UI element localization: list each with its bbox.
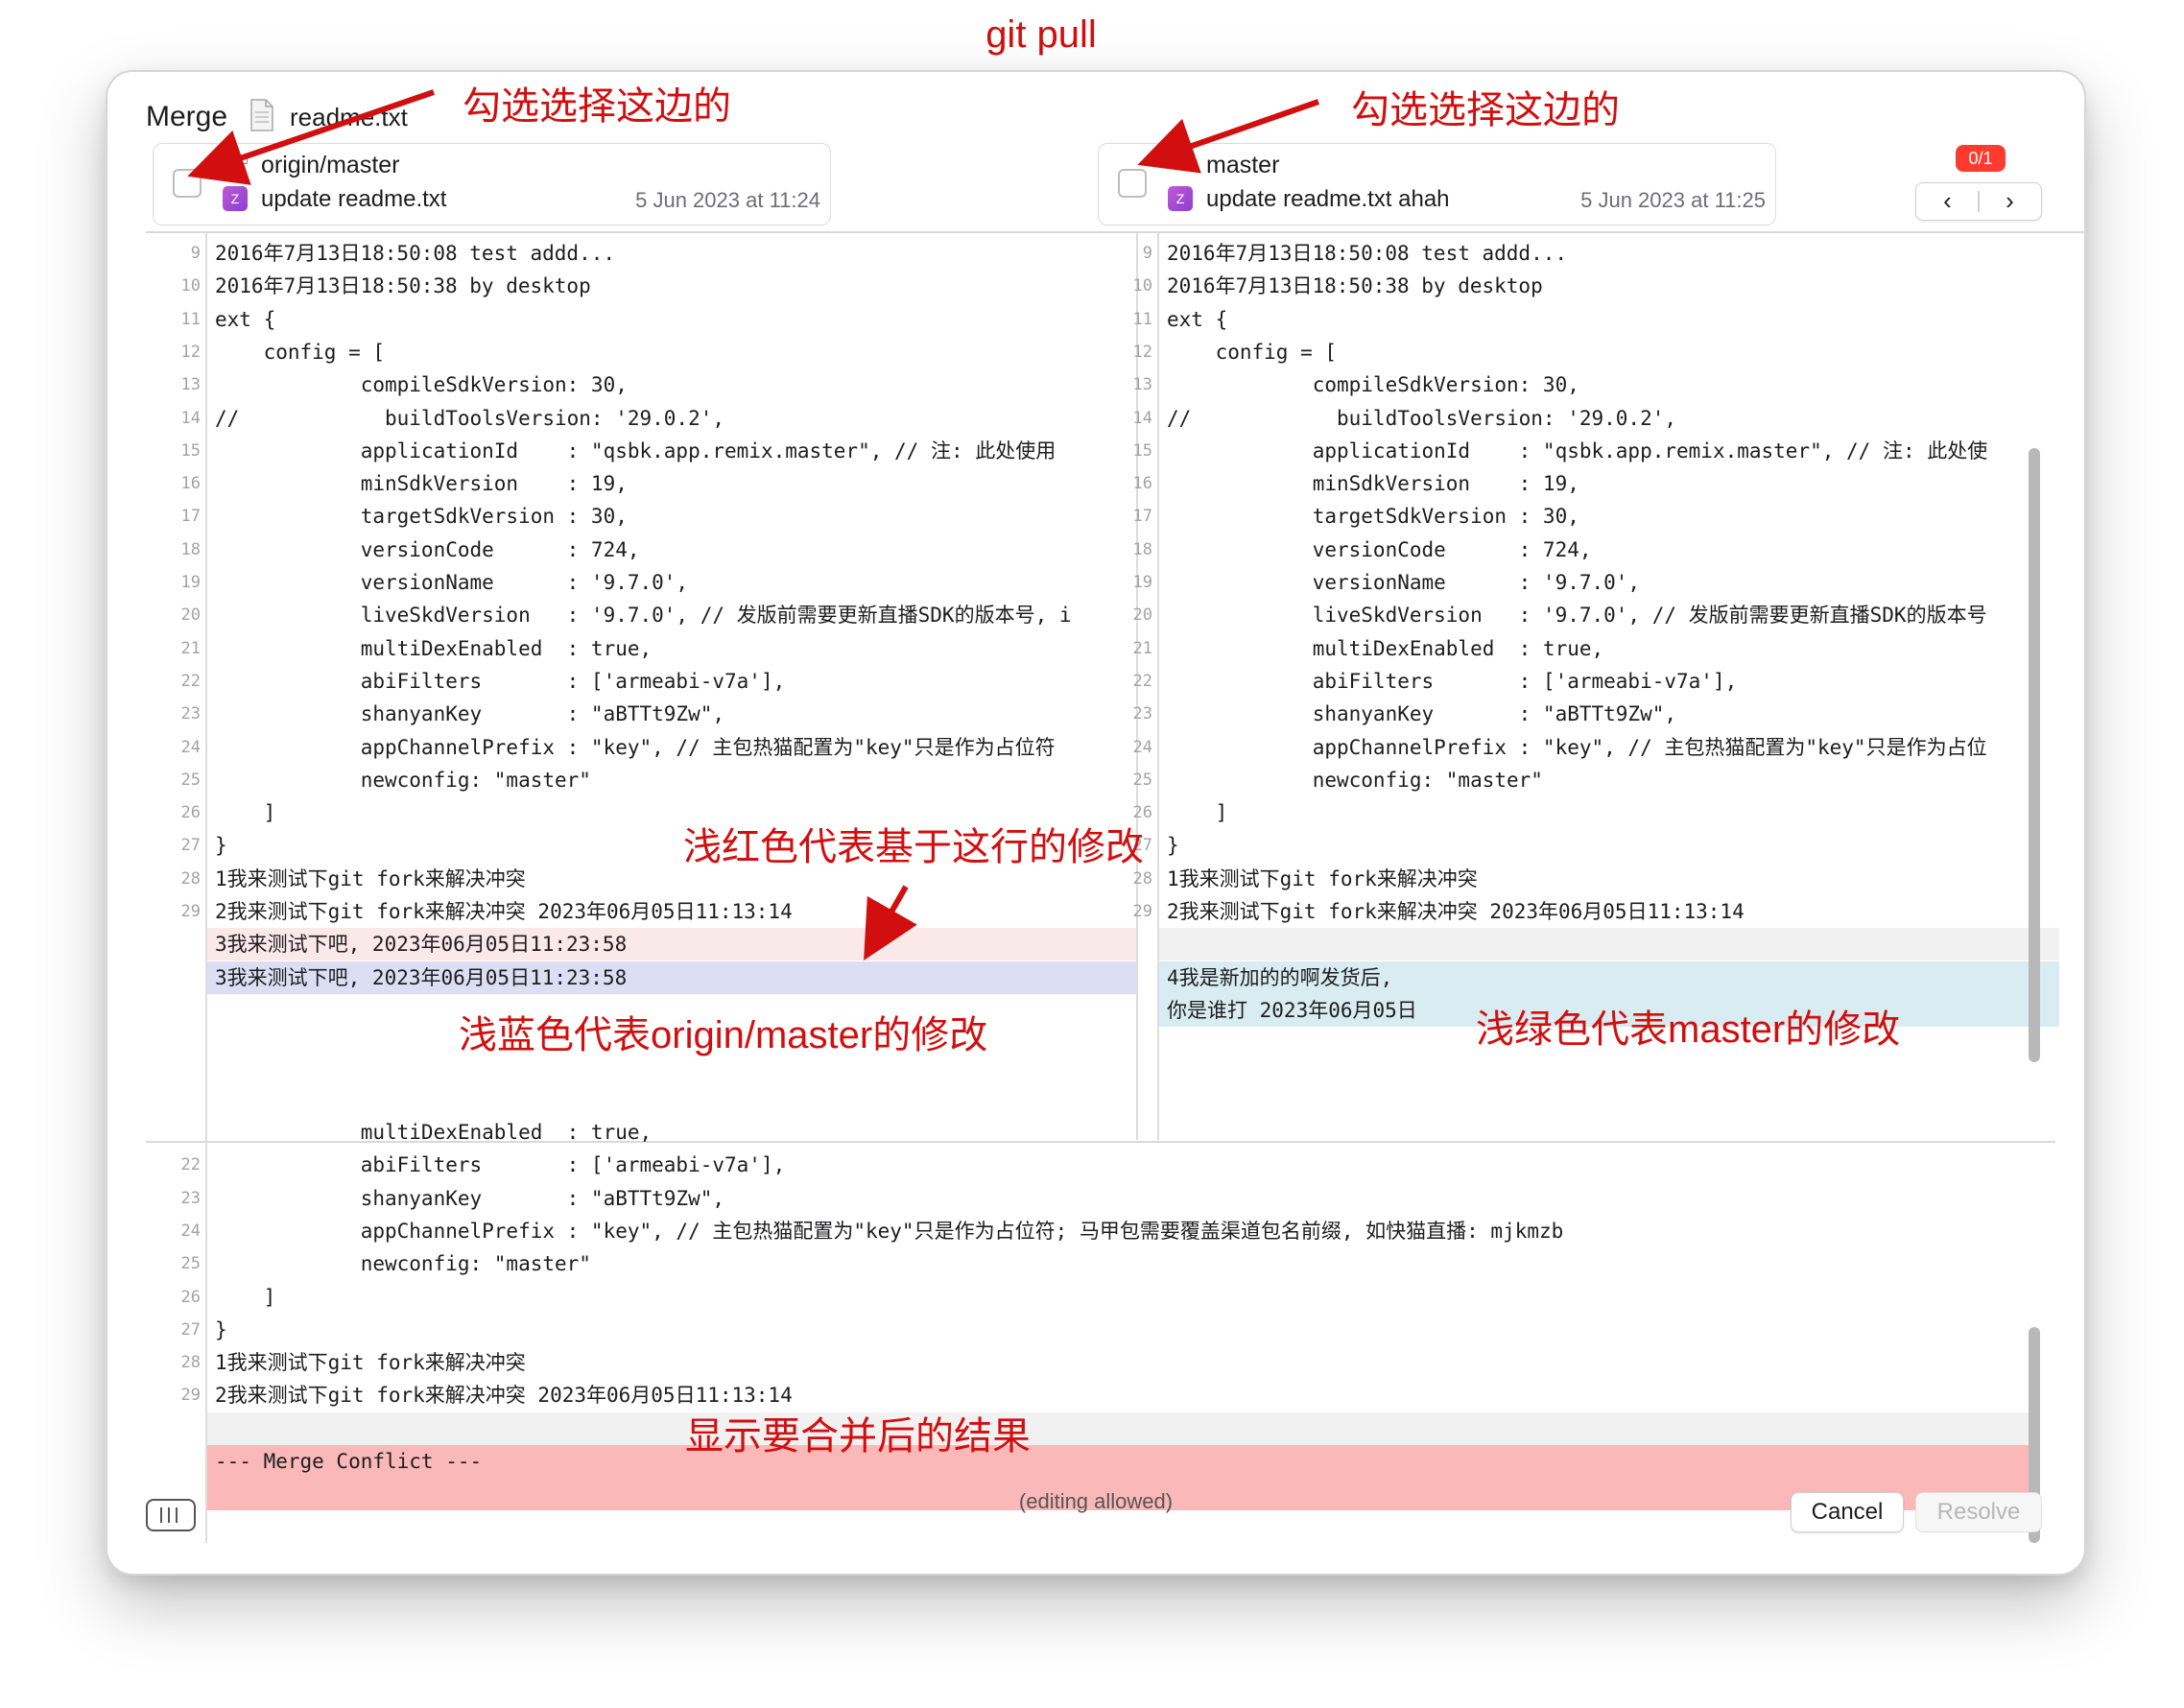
arrow-to-right-checkbox: [1137, 99, 1319, 174]
arrow-to-left-checkbox: [187, 89, 435, 185]
annotation-arrows: [187, 89, 1319, 961]
arrow-to-base-line: [864, 885, 917, 961]
